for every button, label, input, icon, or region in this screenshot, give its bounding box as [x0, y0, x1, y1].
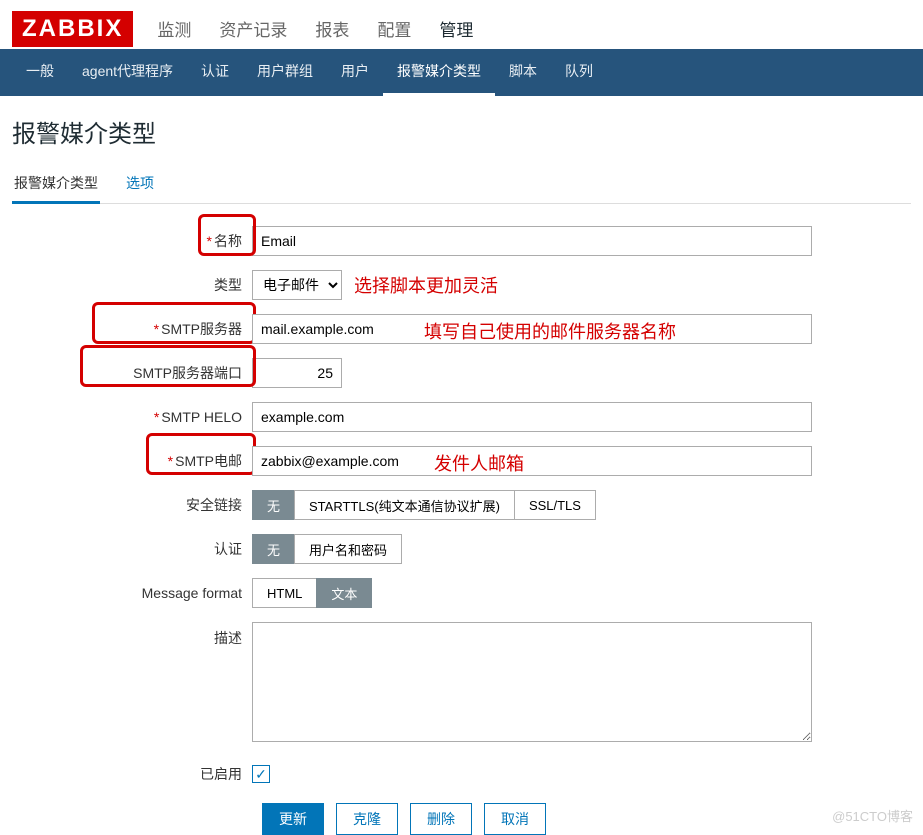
security-none[interactable]: 无	[252, 490, 295, 520]
form-actions: 更新 克隆 删除 取消	[262, 803, 911, 835]
annotation-email: 发件人邮箱	[434, 450, 524, 476]
row-smtp-port: SMTP服务器端口	[12, 358, 911, 388]
subnav-item-3[interactable]: 用户群组	[243, 49, 327, 96]
subnav-item-4[interactable]: 用户	[327, 49, 383, 96]
row-description: 描述	[12, 622, 911, 745]
label-msgformat: Message format	[142, 585, 242, 601]
sub-nav: 一般agent代理程序认证用户群组用户报警媒介类型脚本队列	[0, 49, 923, 96]
auth-none[interactable]: 无	[252, 534, 295, 564]
msgformat-text[interactable]: 文本	[316, 578, 372, 608]
label-smtp-port: SMTP服务器端口	[133, 365, 242, 381]
header: ZABBIX 监测资产记录报表配置管理	[0, 0, 923, 49]
subnav-item-0[interactable]: 一般	[12, 49, 68, 96]
row-smtp-email: *SMTP电邮 发件人邮箱	[12, 446, 911, 476]
row-smtp-helo: *SMTP HELO	[12, 402, 911, 432]
msgformat-group: HTML 文本	[252, 578, 372, 608]
update-button[interactable]: 更新	[262, 803, 324, 835]
watermark: @51CTO博客	[832, 806, 913, 825]
input-name[interactable]	[252, 226, 812, 256]
input-smtp-helo[interactable]	[252, 402, 812, 432]
label-security: 安全链接	[186, 497, 242, 513]
label-name: 名称	[214, 233, 242, 249]
input-smtp-port[interactable]	[252, 358, 342, 388]
checkbox-enabled[interactable]: ✓	[252, 765, 270, 783]
clone-button[interactable]: 克隆	[336, 803, 398, 835]
label-description: 描述	[214, 630, 242, 646]
delete-button[interactable]: 删除	[410, 803, 472, 835]
row-auth: 认证 无 用户名和密码	[12, 534, 911, 564]
security-starttls[interactable]: STARTTLS(纯文本通信协议扩展)	[294, 490, 515, 520]
tab-0[interactable]: 报警媒介类型	[12, 165, 100, 204]
label-smtp-email: SMTP电邮	[175, 453, 242, 469]
label-enabled: 已启用	[200, 766, 242, 782]
textarea-description[interactable]	[252, 622, 812, 742]
tab-1[interactable]: 选项	[124, 165, 156, 203]
topnav-item-2[interactable]: 报表	[311, 8, 353, 49]
subnav-item-5[interactable]: 报警媒介类型	[383, 49, 495, 96]
form: *名称 类型 电子邮件 选择脚本更加灵活 *SMTP服务器 填写自己使用的邮件服…	[12, 226, 911, 835]
logo[interactable]: ZABBIX	[12, 11, 133, 47]
security-group: 无 STARTTLS(纯文本通信协议扩展) SSL/TLS	[252, 490, 596, 520]
annotation-server: 填写自己使用的邮件服务器名称	[424, 318, 676, 344]
subnav-item-2[interactable]: 认证	[187, 49, 243, 96]
subnav-item-7[interactable]: 队列	[551, 49, 607, 96]
topnav-item-4[interactable]: 管理	[435, 8, 477, 49]
label-type: 类型	[214, 277, 242, 293]
label-smtp-server: SMTP服务器	[161, 321, 242, 337]
topnav-item-3[interactable]: 配置	[373, 8, 415, 49]
topnav-item-1[interactable]: 资产记录	[215, 8, 291, 49]
row-enabled: 已启用 ✓	[12, 759, 911, 789]
row-name: *名称	[12, 226, 911, 256]
label-smtp-helo: SMTP HELO	[161, 409, 242, 425]
cancel-button[interactable]: 取消	[484, 803, 546, 835]
subnav-item-6[interactable]: 脚本	[495, 49, 551, 96]
annotation-type: 选择脚本更加灵活	[354, 272, 498, 298]
msgformat-html[interactable]: HTML	[252, 578, 317, 608]
input-smtp-email[interactable]	[252, 446, 812, 476]
top-nav: 监测资产记录报表配置管理	[153, 8, 477, 49]
topnav-item-0[interactable]: 监测	[153, 8, 195, 49]
row-smtp-server: *SMTP服务器 填写自己使用的邮件服务器名称	[12, 314, 911, 344]
label-auth: 认证	[214, 541, 242, 557]
select-type[interactable]: 电子邮件	[252, 270, 342, 300]
page-title: 报警媒介类型	[0, 96, 923, 165]
subnav-item-1[interactable]: agent代理程序	[68, 49, 187, 96]
auth-userpass[interactable]: 用户名和密码	[294, 534, 402, 564]
auth-group: 无 用户名和密码	[252, 534, 402, 564]
row-security: 安全链接 无 STARTTLS(纯文本通信协议扩展) SSL/TLS	[12, 490, 911, 520]
tabs: 报警媒介类型选项	[12, 165, 911, 204]
row-msgformat: Message format HTML 文本	[12, 578, 911, 608]
row-type: 类型 电子邮件 选择脚本更加灵活	[12, 270, 911, 300]
security-ssltls[interactable]: SSL/TLS	[514, 490, 596, 520]
